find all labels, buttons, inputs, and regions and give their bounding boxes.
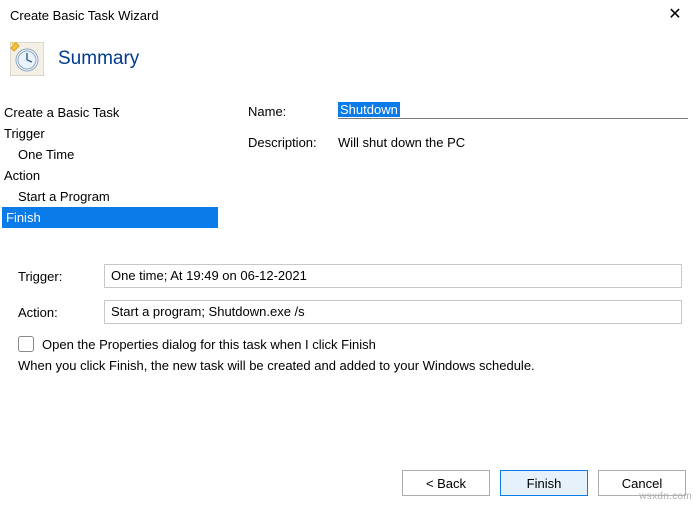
step-create-basic-task[interactable]: Create a Basic Task [2,102,218,123]
open-properties-checkbox[interactable] [18,336,34,352]
step-trigger-one-time[interactable]: One Time [2,144,218,165]
step-trigger[interactable]: Trigger [2,123,218,144]
summary-section: Trigger: One time; At 19:49 on 06-12-202… [0,228,700,373]
close-button[interactable]: ✕ [660,7,690,23]
finish-button[interactable]: Finish [500,470,588,496]
wizard-steps: Create a Basic Task Trigger One Time Act… [2,102,218,228]
wizard-body: Create a Basic Task Trigger One Time Act… [0,102,700,228]
wizard-header: Summary [0,30,700,102]
back-button[interactable]: < Back [402,470,490,496]
title-bar: Create Basic Task Wizard ✕ [0,0,700,30]
wizard-icon [10,42,44,76]
finish-hint: When you click Finish, the new task will… [18,358,682,373]
window-title: Create Basic Task Wizard [10,8,159,23]
name-label: Name: [248,102,338,119]
summary-action-label: Action: [18,305,104,320]
page-title: Summary [58,48,139,70]
step-finish[interactable]: Finish [2,207,218,228]
summary-trigger-field[interactable]: One time; At 19:49 on 06-12-2021 [104,264,682,288]
open-properties-label: Open the Properties dialog for this task… [42,337,376,352]
description-label: Description: [248,133,338,150]
description-value[interactable]: Will shut down the PC [338,133,688,150]
step-action[interactable]: Action [2,165,218,186]
name-input-value: Shutdown [338,102,400,117]
watermark: wsxdn.com [639,491,692,502]
open-properties-row[interactable]: Open the Properties dialog for this task… [18,336,682,352]
summary-trigger-label: Trigger: [18,269,104,284]
step-action-start-program[interactable]: Start a Program [2,186,218,207]
form-area: Name: Shutdown Description: Will shut do… [218,102,698,228]
name-input[interactable]: Shutdown [338,102,688,119]
summary-action-field[interactable]: Start a program; Shutdown.exe /s [104,300,682,324]
